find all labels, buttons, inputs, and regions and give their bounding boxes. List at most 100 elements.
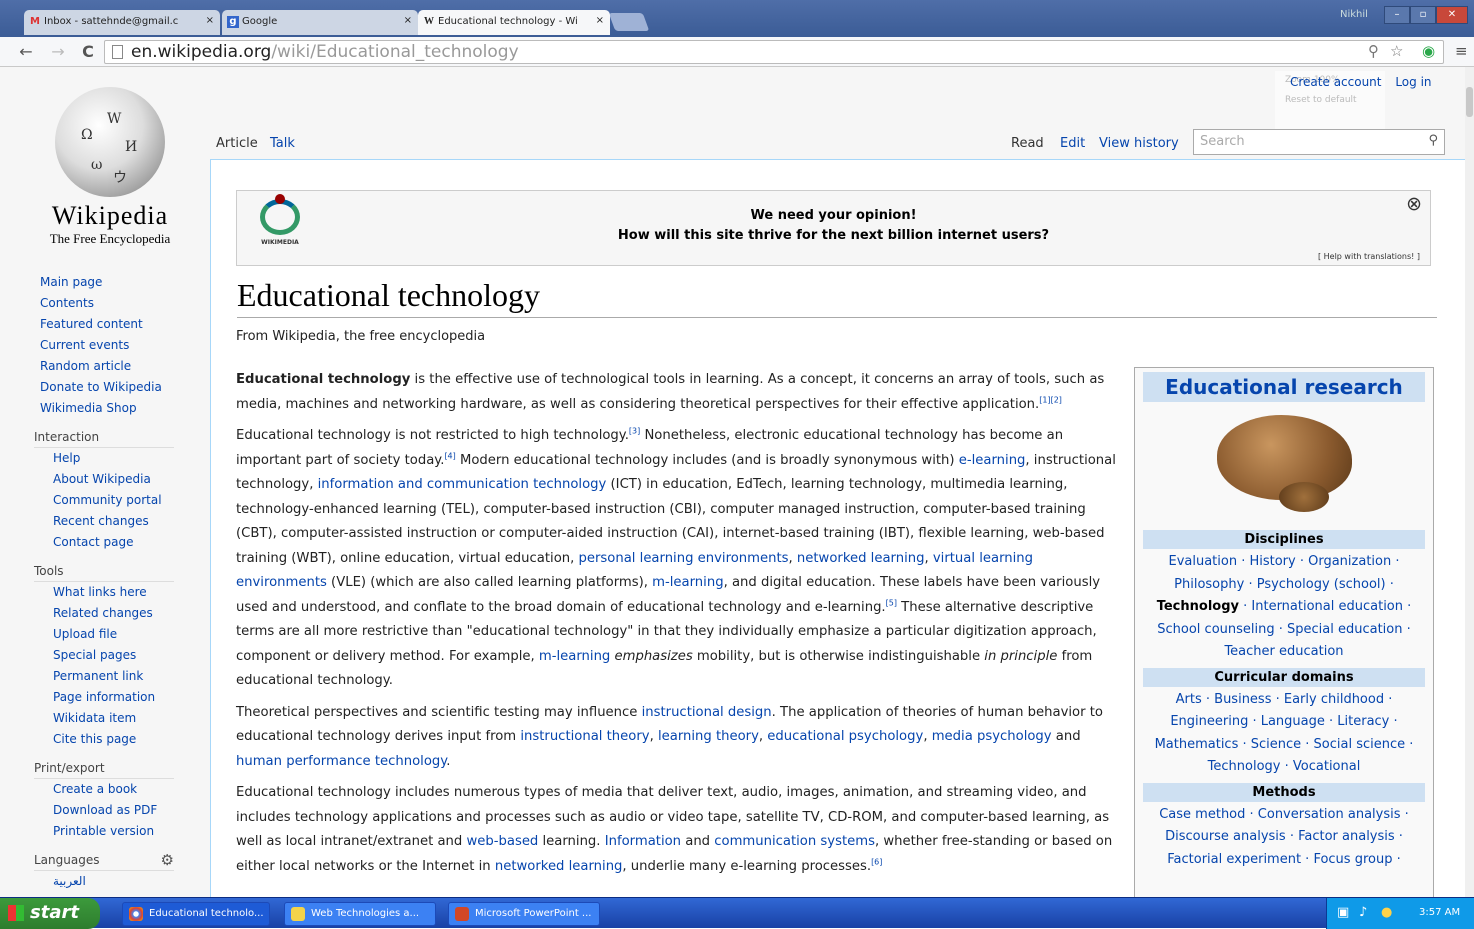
- link-networked-learning[interactable]: networked learning: [797, 551, 925, 566]
- sidebar-item-contents[interactable]: Contents: [34, 293, 194, 314]
- taskbar-item-chrome[interactable]: Educational technolo...: [122, 902, 270, 926]
- sidebar-item-printable-version[interactable]: Printable version: [34, 821, 194, 842]
- banner-headline[interactable]: We need your opinion!: [237, 208, 1430, 223]
- tab-article[interactable]: Article: [216, 136, 258, 151]
- maximize-button[interactable]: ▫: [1410, 6, 1436, 24]
- infobox-line[interactable]: School counseling · Special education ·: [1143, 619, 1425, 642]
- zoom-magnifier-icon[interactable]: ⚲: [1368, 42, 1379, 60]
- sidebar-item-community-portal[interactable]: Community portal: [34, 490, 194, 511]
- link-communication-systems[interactable]: communication systems: [714, 834, 875, 849]
- new-tab-button[interactable]: [608, 13, 650, 31]
- infobox-heading-methods[interactable]: Methods: [1143, 782, 1425, 802]
- link-media-psychology[interactable]: media psychology: [932, 729, 1052, 744]
- infobox-line[interactable]: Technology · International education ·: [1143, 596, 1425, 619]
- link-educational-psychology[interactable]: educational psychology: [767, 729, 923, 744]
- sidebar-item-random-article[interactable]: Random article: [34, 356, 194, 377]
- sidebar-item-contact-page[interactable]: Contact page: [34, 532, 194, 553]
- sidebar-item-cite-this-page[interactable]: Cite this page: [34, 729, 194, 750]
- citation-link[interactable]: [3]: [629, 427, 640, 436]
- bookmark-star-icon[interactable]: ☆: [1390, 42, 1403, 60]
- sidebar-item-recent-changes[interactable]: Recent changes: [34, 511, 194, 532]
- wikipedia-logo[interactable]: ΩWИωウ Wikipedia The Free Encyclopedia: [40, 87, 180, 247]
- login-link[interactable]: Log in: [1395, 75, 1431, 89]
- vertical-scrollbar[interactable]: [1465, 67, 1474, 897]
- start-button[interactable]: start: [0, 898, 100, 929]
- sidebar-item-download-as-pdf[interactable]: Download as PDF: [34, 800, 194, 821]
- forward-arrow-icon[interactable]: →: [48, 42, 68, 61]
- volume-icon[interactable]: ♪: [1359, 905, 1367, 920]
- sidebar-item-featured-content[interactable]: Featured content: [34, 314, 194, 335]
- link-networked-learning[interactable]: networked learning: [495, 859, 623, 874]
- sidebar-item-help[interactable]: Help: [34, 448, 194, 469]
- window-close-button[interactable]: ✕: [1436, 6, 1468, 24]
- tab-read[interactable]: Read: [1011, 136, 1044, 151]
- gear-icon[interactable]: ⚙: [161, 850, 174, 870]
- sidebar-item-wikimedia-shop[interactable]: Wikimedia Shop: [34, 398, 194, 419]
- menu-icon[interactable]: ≡: [1455, 42, 1468, 60]
- sidebar-item-about-wikipedia[interactable]: About Wikipedia: [34, 469, 194, 490]
- infobox-line[interactable]: Mathematics · Science · Social science ·: [1143, 734, 1425, 757]
- infobox-title[interactable]: Educational research: [1143, 372, 1425, 402]
- sidebar-item-what-links-here[interactable]: What links here: [34, 582, 194, 603]
- link-ict[interactable]: information and communication technology: [318, 477, 607, 492]
- link-instructional-design[interactable]: instructional design: [642, 705, 772, 720]
- citation-link[interactable]: [4]: [444, 451, 455, 460]
- address-bar[interactable]: en.wikipedia.org/wiki/Educational_techno…: [104, 40, 1444, 64]
- banner-help-link[interactable]: [ Help with translations! ]: [1318, 252, 1420, 261]
- sidebar-item-current-events[interactable]: Current events: [34, 335, 194, 356]
- sidebar-item-main-page[interactable]: Main page: [34, 272, 194, 293]
- link-web-based[interactable]: web-based: [466, 834, 538, 849]
- sidebar-item-wikidata-item[interactable]: Wikidata item: [34, 708, 194, 729]
- close-icon[interactable]: ×: [596, 15, 604, 26]
- infobox-line[interactable]: Teacher education: [1143, 641, 1425, 664]
- network-icon[interactable]: ▣: [1337, 905, 1349, 920]
- sidebar-item-page-information[interactable]: Page information: [34, 687, 194, 708]
- sidebar-item-permanent-link[interactable]: Permanent link: [34, 666, 194, 687]
- infobox-line[interactable]: Technology · Vocational: [1143, 756, 1425, 779]
- link-m-learning[interactable]: m-learning: [539, 649, 610, 664]
- banner-question[interactable]: How will this site thrive for the next b…: [237, 228, 1430, 243]
- sidebar-item-special-pages[interactable]: Special pages: [34, 645, 194, 666]
- link-information[interactable]: Information: [605, 834, 681, 849]
- shield-icon[interactable]: ●: [1381, 905, 1392, 920]
- citation-link[interactable]: [5]: [886, 598, 897, 607]
- infobox-line[interactable]: Factorial experiment · Focus group ·: [1143, 849, 1425, 872]
- sidebar-item-donate-to-wikipedia[interactable]: Donate to Wikipedia: [34, 377, 194, 398]
- zoom-reset-button[interactable]: Reset to default: [1285, 95, 1357, 105]
- citation-link[interactable]: [1][2]: [1039, 395, 1062, 404]
- infobox-line[interactable]: Case method · Conversation analysis ·: [1143, 804, 1425, 827]
- link-instructional-theory[interactable]: instructional theory: [520, 729, 649, 744]
- link-ple[interactable]: personal learning environments: [579, 551, 789, 566]
- infobox-line[interactable]: Philosophy · Psychology (school) ·: [1143, 574, 1425, 597]
- tab-edit[interactable]: Edit: [1060, 136, 1085, 151]
- tab-talk[interactable]: Talk: [270, 136, 295, 151]
- reload-icon[interactable]: C: [78, 42, 98, 61]
- minimize-button[interactable]: –: [1384, 6, 1410, 24]
- brain-image[interactable]: [1209, 410, 1359, 520]
- close-icon[interactable]: ×: [206, 15, 214, 26]
- tab-google[interactable]: g Google ×: [222, 10, 418, 35]
- link-m-learning[interactable]: m-learning: [652, 575, 723, 590]
- search-input[interactable]: Search ⚲: [1193, 129, 1445, 155]
- link-learning-theory[interactable]: learning theory: [658, 729, 759, 744]
- extension-icon[interactable]: ◉: [1422, 42, 1435, 60]
- taskbar-item-web-technologies[interactable]: Web Technologies a...: [284, 902, 436, 926]
- tab-wikipedia[interactable]: W Educational technology - Wi ×: [418, 10, 610, 35]
- infobox-line[interactable]: Engineering · Language · Literacy ·: [1143, 711, 1425, 734]
- tab-gmail[interactable]: M Inbox - sattehnde@gmail.c ×: [24, 10, 220, 35]
- create-account-link[interactable]: Create account: [1290, 75, 1382, 89]
- close-icon[interactable]: ⊗: [1406, 193, 1422, 215]
- infobox-line[interactable]: Arts · Business · Early childhood ·: [1143, 689, 1425, 712]
- infobox-line[interactable]: Evaluation · History · Organization ·: [1143, 551, 1425, 574]
- infobox-heading-disciplines[interactable]: Disciplines: [1143, 530, 1425, 549]
- scrollbar-thumb[interactable]: [1466, 87, 1473, 117]
- taskbar-item-powerpoint[interactable]: Microsoft PowerPoint ...: [448, 902, 600, 926]
- sidebar-item-create-a-book[interactable]: Create a book: [34, 779, 194, 800]
- link-e-learning[interactable]: e-learning: [959, 453, 1026, 468]
- tab-view-history[interactable]: View history: [1099, 136, 1179, 151]
- infobox-line[interactable]: Discourse analysis · Factor analysis ·: [1143, 826, 1425, 849]
- search-icon[interactable]: ⚲: [1428, 133, 1438, 148]
- infobox-heading-curricular[interactable]: Curricular domains: [1143, 667, 1425, 687]
- close-icon[interactable]: ×: [404, 15, 412, 26]
- citation-link[interactable]: [6]: [871, 857, 882, 866]
